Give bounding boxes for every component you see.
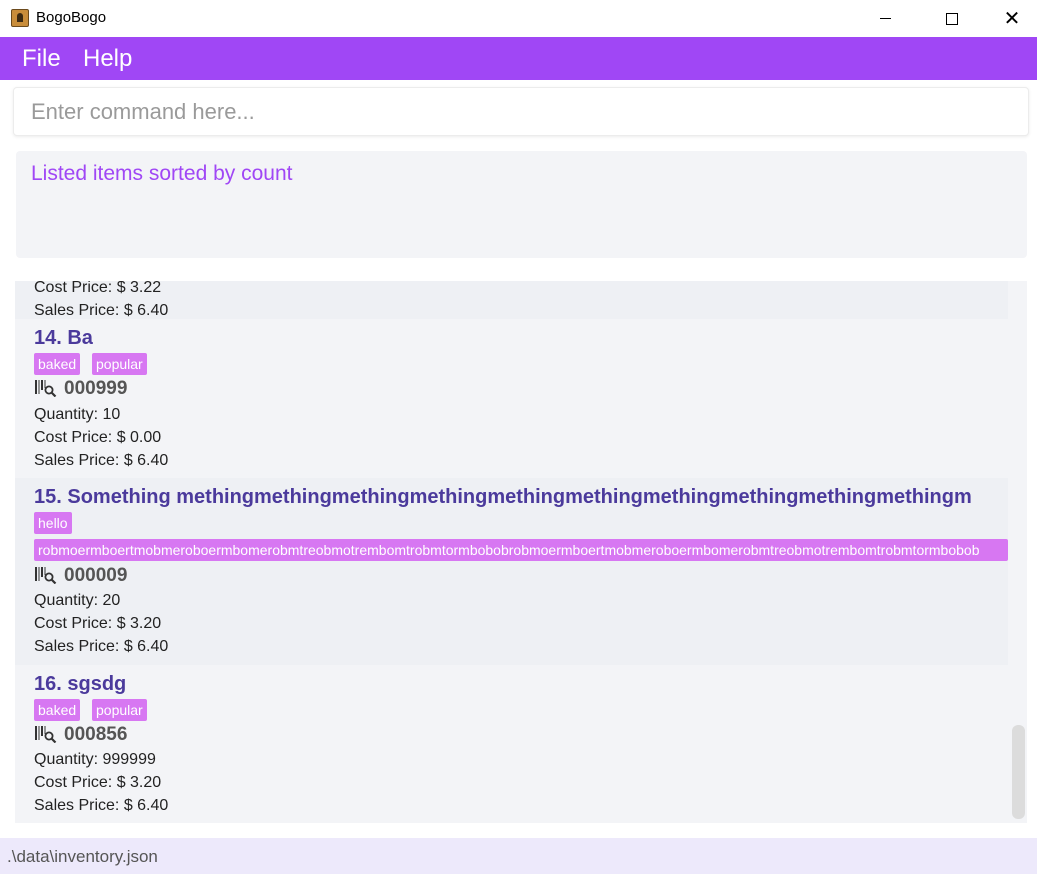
title-bar: BogoBogo ✕ <box>0 0 1037 37</box>
tag: hello <box>34 512 72 534</box>
result-display: Listed items sorted by count <box>16 151 1027 258</box>
barcode-search-icon <box>35 567 57 584</box>
app-icon <box>11 9 29 27</box>
minimize-button[interactable] <box>862 0 908 37</box>
menu-bar: File Help <box>0 37 1037 80</box>
barcode-search-icon <box>35 726 57 743</box>
item-name: 14. Ba <box>34 327 93 349</box>
command-input[interactable] <box>14 88 1028 135</box>
quantity: Quantity: 999999 <box>34 751 156 768</box>
tag: robmoermboertmobmeroboermbomerobmtreobmo… <box>34 539 1008 561</box>
tag: popular <box>92 353 147 375</box>
item-name: 15. Something methingmethingmethingmethi… <box>34 486 972 508</box>
list-item[interactable]: Cost Price: $ 3.22 Sales Price: $ 6.40 <box>15 281 1008 319</box>
cost-price: Cost Price: $ 0.00 <box>34 429 162 446</box>
barcode: 000856 <box>64 724 128 745</box>
cost-price: Cost Price: $ 3.20 <box>34 774 162 791</box>
maximize-button[interactable] <box>929 0 975 37</box>
result-message: Listed items sorted by count <box>31 162 293 185</box>
list-scrollbar-thumb[interactable] <box>1012 725 1025 819</box>
minimize-icon <box>879 18 891 19</box>
close-button[interactable]: ✕ <box>989 0 1035 37</box>
maximize-icon <box>946 12 958 25</box>
list-item[interactable]: 16. sgsdg baked popular 000856 Quantity:… <box>15 665 1008 823</box>
tag: baked <box>34 699 81 721</box>
quantity: Quantity: 20 <box>34 592 121 609</box>
list-item[interactable]: 15. Something methingmethingmethingmethi… <box>15 478 1008 665</box>
tag: popular <box>92 699 147 721</box>
cost-price: Cost Price: $ 3.22 <box>34 281 162 296</box>
item-name: 16. sgsdg <box>34 673 127 695</box>
sales-price: Sales Price: $ 6.40 <box>34 797 169 814</box>
barcode: 000999 <box>64 378 128 399</box>
sales-price: Sales Price: $ 6.40 <box>34 638 169 655</box>
menu-file[interactable]: File <box>22 45 61 73</box>
tag: baked <box>34 353 81 375</box>
list-item[interactable]: 14. Ba baked popular 000999 Quantity: 10… <box>15 319 1008 478</box>
cost-price: Cost Price: $ 3.20 <box>34 615 162 632</box>
menu-help[interactable]: Help <box>83 45 132 73</box>
sales-price: Sales Price: $ 6.40 <box>34 452 169 469</box>
window-title: BogoBogo <box>36 9 107 26</box>
data-file-path: .\data\inventory.json <box>7 847 158 866</box>
quantity: Quantity: 10 <box>34 406 121 423</box>
barcode: 000009 <box>64 565 128 586</box>
close-icon: ✕ <box>1003 7 1021 30</box>
command-box <box>13 87 1029 136</box>
item-list[interactable]: Cost Price: $ 3.22 Sales Price: $ 6.40 1… <box>15 281 1027 823</box>
status-bar: .\data\inventory.json <box>0 838 1037 874</box>
barcode-search-icon <box>35 380 57 397</box>
sales-price: Sales Price: $ 6.40 <box>34 302 169 319</box>
